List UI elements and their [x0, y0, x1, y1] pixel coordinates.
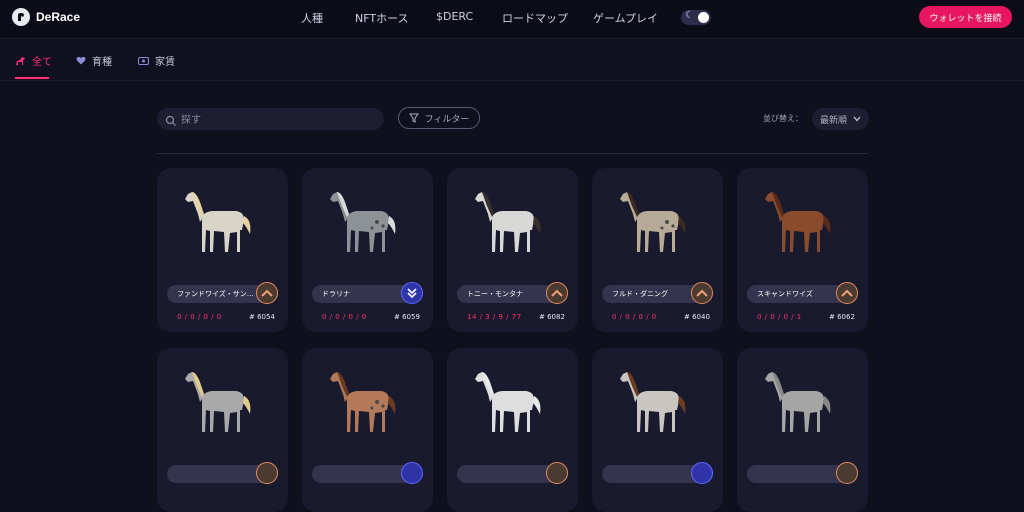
rank-up-icon — [546, 462, 568, 484]
horse-token-number: # 6059 — [394, 313, 420, 321]
sort-value: 最新順 — [819, 115, 847, 126]
rank-up-icon — [256, 462, 278, 484]
sort-dropdown[interactable]: 最新順 — [812, 108, 869, 130]
derace-shield-icon — [12, 8, 30, 26]
horse-card[interactable] — [592, 348, 723, 512]
tab-breeding-label: 育種 — [92, 57, 112, 68]
rank-down-icon — [401, 462, 423, 484]
horse-name-bar — [167, 462, 278, 484]
horse-image — [765, 192, 831, 252]
search-icon — [165, 112, 177, 131]
nav-derc[interactable]: $DERC — [436, 10, 473, 23]
nav-nft-horses[interactable]: NFTホース — [355, 10, 409, 26]
horse-card[interactable] — [737, 348, 868, 512]
rank-up-icon — [836, 462, 858, 484]
horse-name-bar: フルド・ダニング — [602, 282, 713, 304]
horse-name: スキャンドワイズ — [757, 290, 813, 298]
horse-image — [620, 192, 686, 252]
horse-image — [330, 192, 396, 252]
brand-name: DeRace — [36, 10, 81, 24]
horse-card[interactable] — [447, 348, 578, 512]
rank-up-icon — [691, 282, 713, 304]
brand-logo[interactable]: DeRace — [12, 8, 80, 26]
horse-token-number: # 6040 — [684, 313, 710, 321]
theme-toggle[interactable]: ☾ — [681, 10, 711, 25]
horse-image — [765, 372, 831, 432]
tab-all[interactable]: 全て — [15, 53, 52, 68]
horse-name: ファンドワイズ・サン… — [177, 290, 254, 298]
horse-name-bar: ドラリナ — [312, 282, 423, 304]
tab-all-label: 全て — [32, 57, 52, 68]
nav-races[interactable]: 人種 — [301, 10, 323, 26]
toggle-knob — [698, 12, 709, 23]
horse-image — [620, 372, 686, 432]
horse-token-number: # 6054 — [249, 313, 275, 321]
search-box[interactable] — [157, 108, 384, 130]
horse-token-number: # 6082 — [539, 313, 565, 321]
horse-image — [185, 372, 251, 432]
horse-race-stats: 0 / 0 / 0 / 1 — [757, 313, 802, 321]
divider — [157, 153, 868, 154]
horse-icon — [16, 56, 25, 65]
horse-image — [330, 372, 396, 432]
top-navigation-bar: DeRace 人種 NFTホース $DERC ロードマップ ゲームプレイ ☾ ウ… — [0, 0, 1024, 39]
tab-rent-label: 家賃 — [155, 57, 175, 68]
horse-card[interactable] — [157, 348, 288, 512]
ticket-icon — [138, 56, 149, 65]
rank-down-icon — [401, 282, 423, 304]
horse-card[interactable]: フルド・ダニング 0 / 0 / 0 / 0 # 6040 — [592, 168, 723, 332]
horse-name-bar: スキャンドワイズ — [747, 282, 858, 304]
horse-card[interactable]: トニー・モンタナ 14 / 3 / 9 / 77 # 6082 — [447, 168, 578, 332]
horse-race-stats: 0 / 0 / 0 / 0 — [177, 313, 222, 321]
active-tab-indicator — [15, 77, 49, 79]
nav-roadmap[interactable]: ロードマップ — [502, 10, 568, 26]
horse-name-bar — [602, 462, 713, 484]
horse-race-stats: 14 / 3 / 9 / 77 — [467, 313, 522, 321]
filter-button[interactable]: フィルター — [398, 107, 480, 129]
horse-token-number: # 6062 — [829, 313, 855, 321]
horse-image — [185, 192, 251, 252]
search-input[interactable] — [179, 110, 378, 130]
horse-name: フルド・ダニング — [612, 290, 668, 298]
horse-name: ドラリナ — [322, 290, 350, 298]
horse-race-stats: 0 / 0 / 0 / 0 — [612, 313, 657, 321]
horse-name-bar: トニー・モンタナ — [457, 282, 568, 304]
heart-icon — [76, 56, 86, 65]
rank-up-icon — [256, 282, 278, 304]
tab-breeding[interactable]: 育種 — [76, 53, 112, 68]
horse-card[interactable]: ドラリナ 0 / 0 / 0 / 0 # 6059 — [302, 168, 433, 332]
chevron-down-icon — [853, 116, 861, 122]
filter-icon — [408, 113, 419, 123]
rank-down-icon — [691, 462, 713, 484]
horse-name-bar — [747, 462, 858, 484]
horse-name-bar — [312, 462, 423, 484]
horse-name-bar — [457, 462, 568, 484]
filter-label: フィルター — [424, 114, 470, 125]
nav-gameplay[interactable]: ゲームプレイ — [593, 10, 658, 26]
horse-race-stats: 0 / 0 / 0 / 0 — [322, 313, 367, 321]
horse-image — [475, 372, 541, 432]
rank-up-icon — [836, 282, 858, 304]
rank-up-icon — [546, 282, 568, 304]
connect-wallet-button[interactable]: ウォレットを接続 — [919, 6, 1012, 28]
tab-rent[interactable]: 家賃 — [138, 53, 175, 68]
moon-icon: ☾ — [685, 10, 694, 21]
sort-label: 並び替え： — [763, 114, 803, 123]
horse-name: トニー・モンタナ — [467, 290, 523, 298]
horse-name-bar: ファンドワイズ・サン… — [167, 282, 278, 304]
horse-image — [475, 192, 541, 252]
horse-card[interactable]: スキャンドワイズ 0 / 0 / 0 / 1 # 6062 — [737, 168, 868, 332]
horse-card[interactable] — [302, 348, 433, 512]
horse-card[interactable]: ファンドワイズ・サン… 0 / 0 / 0 / 0 # 6054 — [157, 168, 288, 332]
category-tabs: 全て 育種 家賃 — [0, 39, 1024, 81]
